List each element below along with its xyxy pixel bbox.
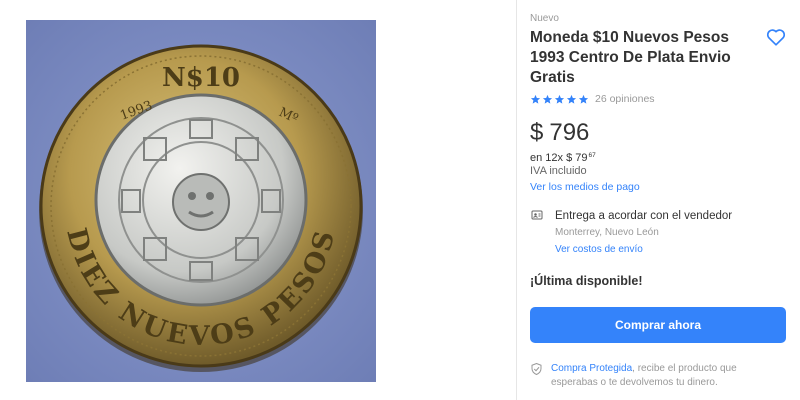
product-image[interactable]: N$10 1993 Mº DIEZ NUEVOS PESOS (26, 20, 376, 382)
installments: en 12x $ 79 67 (530, 152, 596, 164)
id-card-icon (531, 210, 543, 220)
product-title: Moneda $10 Nuevos Pesos 1993 Centro De P… (530, 29, 731, 86)
payment-methods-link[interactable]: Ver los medios de pago (530, 181, 640, 193)
product-page: N$10 1993 Mº DIEZ NUEVOS PESOS Nuevo Mon… (0, 0, 800, 400)
sun-eye-right (206, 192, 214, 200)
rating[interactable]: 26 opiniones (530, 93, 655, 105)
price-amount: 796 (549, 119, 590, 146)
coin-denomination: N$10 (162, 63, 240, 93)
purchase-protection: Compra Protegida, recibe el producto que… (551, 362, 773, 390)
heart-icon[interactable] (765, 26, 787, 48)
shipping-title: Entrega a acordar con el vendedor (555, 210, 733, 222)
star-icon (554, 94, 565, 104)
star-rating (530, 94, 589, 105)
tax-label: IVA incluido (530, 165, 587, 177)
sun-eye-left (188, 192, 196, 200)
installments-cents: 67 (588, 152, 596, 159)
column-divider (516, 0, 517, 400)
star-icon (530, 94, 541, 104)
buy-now-button[interactable]: Comprar ahora (530, 307, 786, 343)
condition-label: Nuevo (530, 13, 559, 24)
reviews-count: 26 opiniones (595, 93, 655, 105)
coin-photo: N$10 1993 Mº DIEZ NUEVOS PESOS (26, 20, 376, 382)
stock-label: ¡Última disponible! (530, 274, 643, 288)
star-icon (578, 94, 589, 104)
protected-purchase-link[interactable]: Compra Protegida (551, 363, 632, 374)
shipping-location: Monterrey, Nuevo León (555, 227, 659, 238)
price: $ 796 (530, 118, 589, 148)
shipping-costs-link[interactable]: Ver costos de envío (555, 244, 643, 255)
price-currency: $ (530, 119, 544, 146)
star-icon (542, 94, 553, 104)
star-icon (566, 94, 577, 104)
shield-check-icon (531, 363, 542, 375)
sun-face (172, 173, 230, 231)
installments-text: en 12x $ 79 (530, 152, 588, 164)
